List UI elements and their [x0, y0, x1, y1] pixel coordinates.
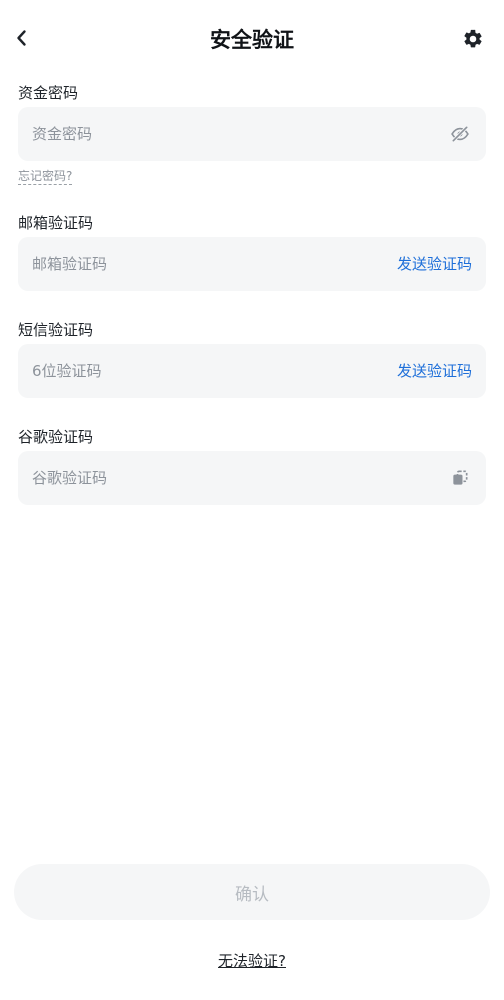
email-code-label: 邮箱验证码: [18, 214, 94, 232]
sms-code-input[interactable]: [32, 344, 362, 398]
paste-icon: [453, 470, 468, 485]
paste-button[interactable]: [450, 468, 470, 488]
fund-password-field: [18, 107, 486, 161]
sms-code-label: 短信验证码: [18, 321, 94, 339]
page-title: 安全验证: [210, 28, 294, 52]
google-code-field: [18, 451, 486, 505]
fund-password-input[interactable]: [32, 107, 362, 161]
fund-password-label: 资金密码: [18, 84, 79, 102]
send-sms-code-button[interactable]: 发送验证码: [397, 344, 472, 398]
confirm-button[interactable]: 确认: [14, 864, 490, 920]
sms-code-field: 发送验证码: [18, 344, 486, 398]
top-nav-bar: 安全验证: [0, 0, 504, 78]
gear-icon: [464, 29, 482, 48]
toggle-visibility-button[interactable]: [450, 124, 470, 144]
cannot-verify-link[interactable]: 无法验证?: [218, 952, 286, 970]
send-email-code-button[interactable]: 发送验证码: [397, 237, 472, 291]
cannot-verify-container: 无法验证?: [0, 950, 504, 972]
forgot-password-link[interactable]: 忘记密码?: [18, 168, 73, 185]
email-code-input[interactable]: [32, 237, 362, 291]
eye-off-icon: [451, 125, 469, 143]
email-code-field: 发送验证码: [18, 237, 486, 291]
settings-button[interactable]: [462, 28, 484, 50]
google-code-input[interactable]: [32, 451, 362, 505]
google-code-label: 谷歌验证码: [18, 428, 94, 446]
